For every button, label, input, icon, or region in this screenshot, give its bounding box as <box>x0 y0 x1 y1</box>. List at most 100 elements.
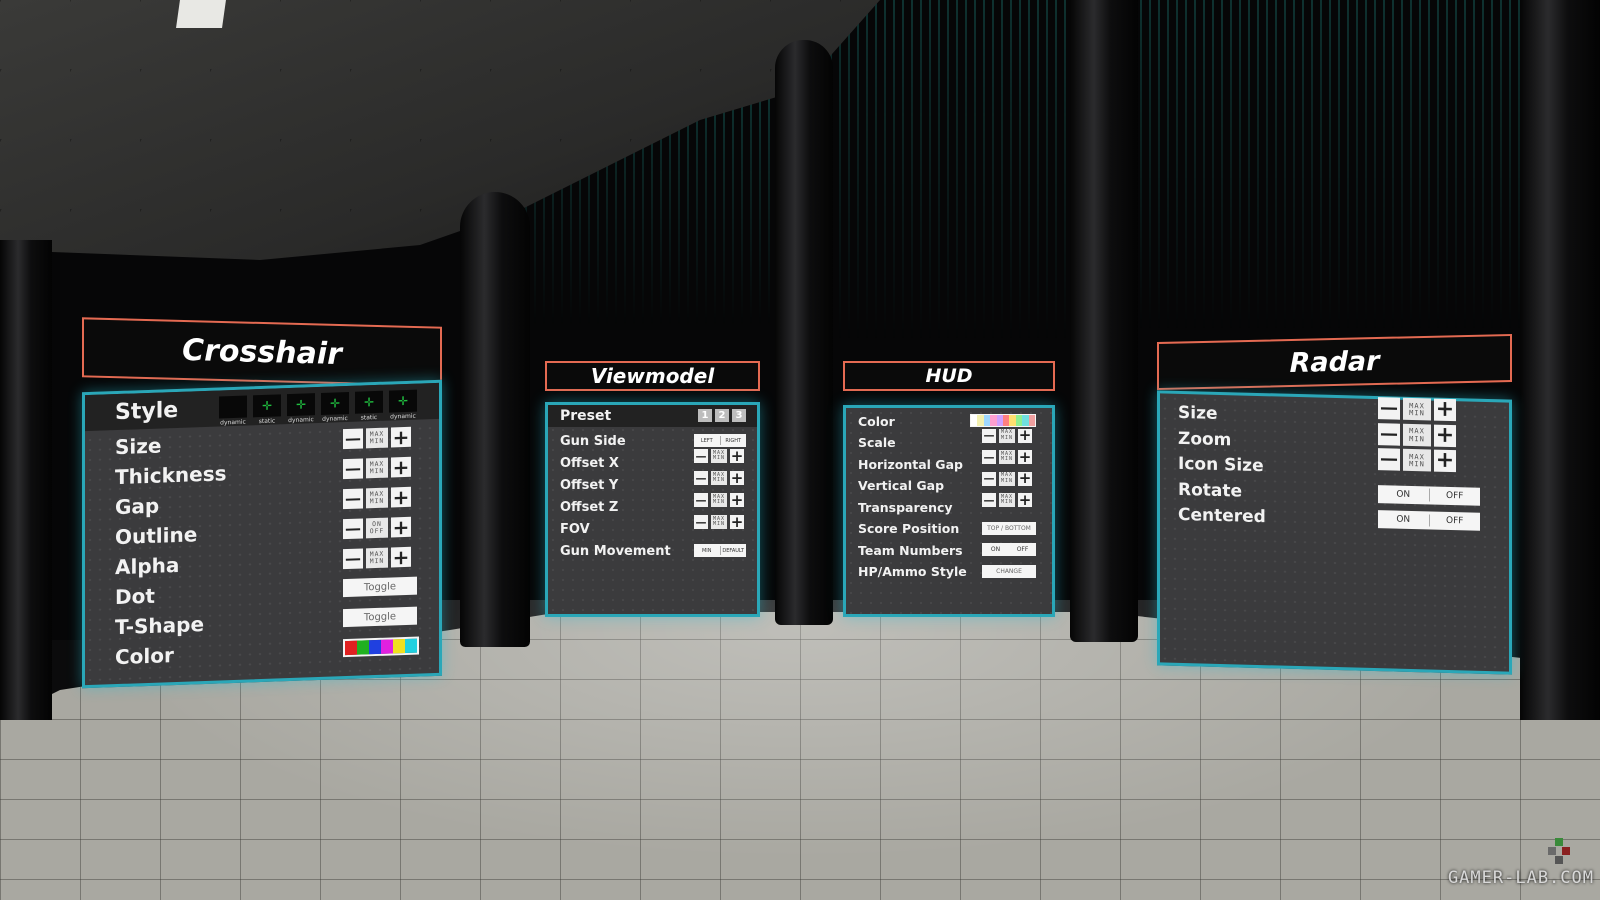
preset-button-1[interactable]: 1 <box>698 409 712 422</box>
hp-ammo-change-button[interactable]: CHANGE <box>982 564 1036 578</box>
hud-label-scale: Scale <box>858 435 896 450</box>
on-option[interactable]: ON <box>1378 489 1429 500</box>
hud-label-transparency: Transparency <box>858 499 953 515</box>
gun-movement-toggle[interactable]: MIN DEFAULT <box>694 544 746 557</box>
hud-hp-ammo-style-control: CHANGE <box>982 564 1036 578</box>
crosshair-label-gap: Gap <box>115 493 160 520</box>
radar-title-text: Radar <box>1289 345 1380 379</box>
hud-vertical-gap-plus-button[interactable]: + <box>1018 471 1032 486</box>
hud-vertical-gap-max-min-button[interactable]: MAX MIN <box>999 471 1015 486</box>
radar-zoom-plus-button[interactable]: + <box>1434 422 1456 448</box>
radar-rotate-control: ON OFF <box>1378 484 1481 506</box>
crosshair-label-dot: Dot <box>115 583 155 610</box>
hud-vertical-gap-minus-button[interactable]: — <box>982 471 996 486</box>
hud-label-score-position: Score Position <box>858 521 960 536</box>
viewmodel-label-offset-z: Offset Z <box>560 499 619 515</box>
hud-team-numbers-control: ON OFF <box>982 543 1036 556</box>
radar-title: Radar <box>1157 333 1512 391</box>
viewmodel-offset-y-plus-button[interactable]: + <box>730 470 744 485</box>
gun-side-toggle[interactable]: LEFT RIGHT <box>694 434 746 447</box>
style-option-4[interactable]: ✛ dynamic <box>321 391 349 423</box>
left-option[interactable]: LEFT <box>694 438 720 444</box>
hud-color-swatch-10[interactable] <box>1028 415 1036 426</box>
hud-transparency-minus-button[interactable]: — <box>982 493 996 507</box>
style-options: dynamic ✛ static ✛ dynamic ✛ dynamic ✛ static ✛ dy… <box>219 389 417 427</box>
hud-score-position-control: TOP / BOTTOM <box>982 521 1036 535</box>
style-option-caption: static <box>258 417 276 426</box>
radar-icon-size-plus-button[interactable]: + <box>1434 448 1456 473</box>
radar-icon-size-max-min-button[interactable]: MAX MIN <box>1403 448 1431 472</box>
right-option[interactable]: RIGHT <box>721 438 747 444</box>
hud-horizontal-gap-min-label: MIN <box>1000 456 1014 462</box>
crosshair-preview-icon: ✛ <box>287 393 315 417</box>
default-option[interactable]: DEFAULT <box>721 548 747 554</box>
pillar-3 <box>775 40 833 625</box>
viewmodel-offset-z-plus-button[interactable]: + <box>730 492 744 507</box>
hud-horizontal-gap-max-min-button[interactable]: MAX MIN <box>999 450 1015 464</box>
radar-size-minus-button[interactable]: — <box>1378 397 1400 420</box>
radar-centered-onoff[interactable]: ON OFF <box>1378 510 1480 531</box>
style-option-5[interactable]: ✛ static <box>355 390 383 422</box>
style-option-caption: dynamic <box>220 418 246 427</box>
viewmodel-offset-y-stepper: — MAX MIN + <box>694 470 744 485</box>
viewmodel-fov-max-min-button[interactable]: MAX MIN <box>711 515 727 529</box>
radar-zoom-minus-button[interactable]: — <box>1378 422 1400 446</box>
off-option[interactable]: OFF <box>1430 515 1481 526</box>
hud-label-vertical-gap: Vertical Gap <box>858 478 945 493</box>
radar-label-icon-size: Icon Size <box>1178 453 1264 477</box>
pillar-4 <box>1070 0 1138 642</box>
style-option-1[interactable]: dynamic <box>219 395 247 427</box>
radar-zoom-max-min-button[interactable]: MAX MIN <box>1403 423 1431 447</box>
viewmodel-offset-z-minus-button[interactable]: — <box>694 493 708 507</box>
radar-size-max-min-button[interactable]: MAX MIN <box>1403 397 1431 421</box>
hud-horizontal-gap-minus-button[interactable]: — <box>982 450 996 464</box>
hud-scale-plus-button[interactable]: + <box>1018 428 1032 443</box>
viewmodel-title: Viewmodel <box>545 361 760 391</box>
hud-transparency-max-min-button[interactable]: MAX MIN <box>999 493 1015 507</box>
viewmodel-offset-y-max-min-button[interactable]: MAX MIN <box>711 471 727 485</box>
hud-transparency-plus-button[interactable]: + <box>1018 492 1032 507</box>
viewmodel-offset-z-max-min-button[interactable]: MAX MIN <box>711 493 727 507</box>
style-option-caption: dynamic <box>322 415 348 423</box>
viewmodel-offset-x-minus-button[interactable]: — <box>694 449 708 463</box>
radar-icon-size-minus-button[interactable]: — <box>1378 448 1400 471</box>
crosshair-body: Style dynamic ✛ static ✛ dynamic ✛ dynamic ✛ sta… <box>82 379 442 689</box>
viewmodel-label-gun-movement: Gun Movement <box>560 543 671 559</box>
viewmodel-gun-side-control: LEFT RIGHT <box>694 434 746 447</box>
viewmodel-body: Preset 123 Gun Side LEFT RIGHT Offset X — MAX… <box>545 402 760 617</box>
crosshair-preview-icon: ✛ <box>389 389 417 413</box>
hud-scale-max-min-button[interactable]: MAX MIN <box>999 428 1015 443</box>
style-option-caption: dynamic <box>288 416 314 425</box>
min-option[interactable]: MIN <box>694 548 720 554</box>
team-numbers-toggle[interactable]: ON OFF <box>982 543 1036 556</box>
style-option-3[interactable]: ✛ dynamic <box>287 393 315 424</box>
on-option[interactable]: ON <box>982 546 1009 553</box>
preset-label: Preset <box>560 408 612 424</box>
score-position-toggle[interactable]: TOP / BOTTOM <box>982 521 1036 535</box>
crosshair-title-text: Crosshair <box>182 332 342 372</box>
matrix-rain-center <box>830 0 1070 340</box>
viewmodel-fov-stepper: — MAX MIN + <box>694 514 744 529</box>
hud-scale-minus-button[interactable]: — <box>982 428 996 443</box>
off-option[interactable]: OFF <box>1009 546 1036 553</box>
style-option-6[interactable]: ✛ dynamic <box>389 389 417 421</box>
radar-rotate-onoff[interactable]: ON OFF <box>1378 484 1481 506</box>
radar-size-plus-button[interactable]: + <box>1434 397 1456 422</box>
viewmodel-fov-plus-button[interactable]: + <box>730 514 744 529</box>
viewmodel-fov-minus-button[interactable]: — <box>694 515 708 529</box>
viewmodel-offset-x-plus-button[interactable]: + <box>730 448 744 463</box>
preset-button-3[interactable]: 3 <box>732 409 746 422</box>
style-label: Style <box>115 397 179 425</box>
style-option-2[interactable]: ✛ static <box>253 394 281 425</box>
viewmodel-offset-y-minus-button[interactable]: — <box>694 471 708 485</box>
hud-horizontal-gap-plus-button[interactable]: + <box>1018 449 1032 464</box>
viewmodel-offset-x-max-min-button[interactable]: MAX MIN <box>711 449 727 463</box>
style-option-caption: dynamic <box>390 412 416 421</box>
off-option[interactable]: OFF <box>1430 490 1481 501</box>
hud-vertical-gap-stepper: — MAX MIN + <box>982 471 1032 486</box>
preset-button-2[interactable]: 2 <box>715 409 729 422</box>
radar-icon-size-stepper: — MAX MIN + <box>1378 448 1456 473</box>
on-option[interactable]: ON <box>1378 514 1429 525</box>
hud-transparency-stepper: — MAX MIN + <box>982 492 1032 507</box>
crosshair-preview-icon: ✛ <box>253 394 281 418</box>
